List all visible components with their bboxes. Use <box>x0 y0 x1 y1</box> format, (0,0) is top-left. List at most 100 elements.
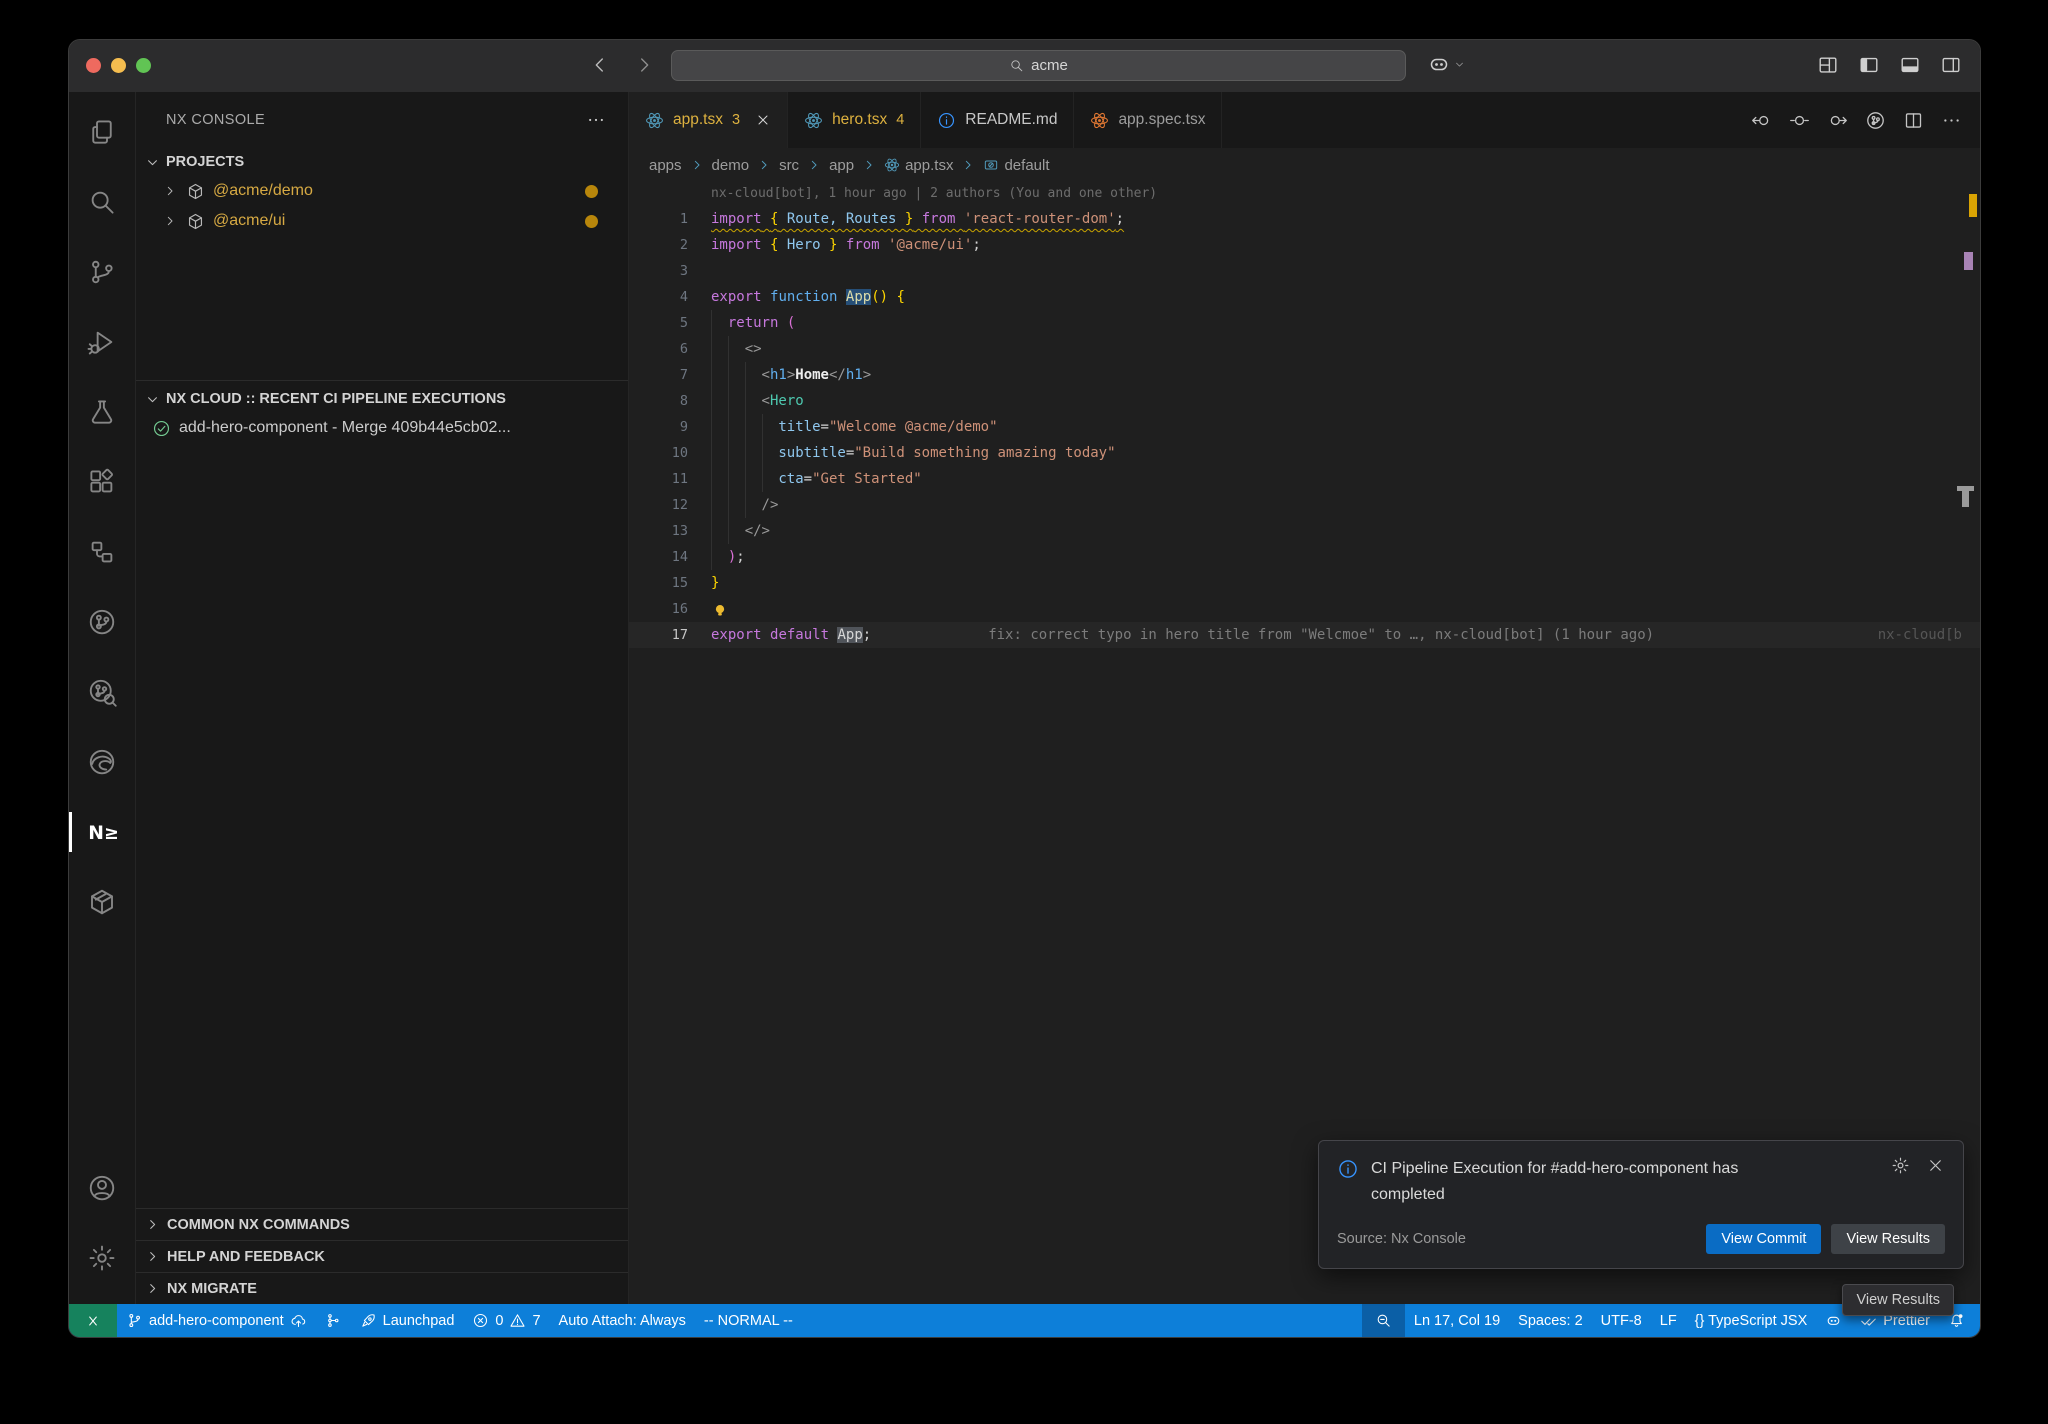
status-branch[interactable]: add-hero-component <box>117 1304 316 1337</box>
line-content[interactable]: <h1>Home</h1> <box>705 362 1980 388</box>
breadcrumb-item-demo[interactable]: demo <box>712 157 750 174</box>
tab-app.tsx[interactable]: app.tsx3 <box>629 92 788 148</box>
back-arrow-icon[interactable] <box>589 54 611 76</box>
code-editor[interactable]: nx-cloud[bot], 1 hour ago | 2 authors (Y… <box>629 182 1980 1304</box>
pipeline-execution-item[interactable]: add-hero-component - Merge 409b44e5cb02.… <box>136 413 628 443</box>
activity-item-explorer[interactable] <box>78 108 126 156</box>
line-content[interactable]: import { Route, Routes } from 'react-rou… <box>705 206 1980 232</box>
split-editor-icon[interactable] <box>1903 110 1924 131</box>
status-launchpad[interactable]: Launchpad <box>351 1304 464 1337</box>
lightbulb-icon[interactable] <box>711 602 729 620</box>
activity-item-settings[interactable] <box>78 1234 126 1282</box>
code-line-16[interactable]: 16 <box>629 596 1980 622</box>
more-actions-icon[interactable] <box>586 110 606 130</box>
code-line-11[interactable]: 11cta="Get Started" <box>629 466 1980 492</box>
line-content[interactable]: export function App() { <box>705 284 1980 310</box>
status-remote[interactable] <box>69 1304 117 1337</box>
maximize-window-button[interactable] <box>136 58 151 73</box>
line-content[interactable] <box>705 258 1980 284</box>
minimize-window-button[interactable] <box>111 58 126 73</box>
command-center-search[interactable]: acme <box>671 50 1406 81</box>
status-commit-graph[interactable] <box>316 1304 351 1337</box>
code-line-9[interactable]: 9title="Welcome @acme/demo" <box>629 414 1980 440</box>
activity-item-accounts[interactable] <box>78 1164 126 1212</box>
more-icon[interactable] <box>1941 110 1962 131</box>
line-content[interactable] <box>705 596 1980 622</box>
line-content[interactable]: ); <box>705 544 1980 570</box>
breadcrumb-item-apps[interactable]: apps <box>649 157 682 174</box>
code-line-5[interactable]: 5return ( <box>629 310 1980 336</box>
tab-hero.tsx[interactable]: hero.tsx4 <box>788 92 921 148</box>
next-change-icon[interactable] <box>1827 110 1848 131</box>
line-content[interactable]: <Hero <box>705 388 1980 414</box>
status-auto-attach[interactable]: Auto Attach: Always <box>550 1304 695 1337</box>
activity-item-extensions[interactable] <box>78 458 126 506</box>
project-item[interactable]: @acme/demo <box>136 176 628 206</box>
close-icon[interactable] <box>755 112 771 128</box>
gear-icon[interactable] <box>1891 1156 1910 1175</box>
status-cursor-position[interactable]: Ln 17, Col 19 <box>1405 1304 1509 1337</box>
activity-item-testing[interactable] <box>78 388 126 436</box>
customize-layout-icon[interactable] <box>1817 54 1839 76</box>
sidebar-section-common-nx-commands[interactable]: COMMON NX COMMANDS <box>136 1208 628 1240</box>
status-encoding[interactable]: UTF-8 <box>1592 1304 1651 1337</box>
code-line-17[interactable]: 17export default App;fix: correct typo i… <box>629 622 1980 648</box>
status-problems[interactable]: 07 <box>463 1304 549 1337</box>
line-content[interactable]: cta="Get Started" <box>705 466 1980 492</box>
code-line-13[interactable]: 13</> <box>629 518 1980 544</box>
code-line-6[interactable]: 6<> <box>629 336 1980 362</box>
code-line-7[interactable]: 7<h1>Home</h1> <box>629 362 1980 388</box>
activity-item-source-control[interactable] <box>78 248 126 296</box>
activity-item-containers[interactable] <box>78 878 126 926</box>
line-content[interactable]: } <box>705 570 1980 596</box>
activity-item-gitlens-inspect[interactable] <box>78 668 126 716</box>
status-language[interactable]: {} TypeScript JSX <box>1686 1304 1817 1337</box>
sidebar-section-nx-migrate[interactable]: NX MIGRATE <box>136 1272 628 1304</box>
view-results-button[interactable]: View Results <box>1831 1224 1945 1254</box>
status-eol[interactable]: LF <box>1651 1304 1686 1337</box>
projects-section-header[interactable]: PROJECTS <box>136 148 628 176</box>
close-window-button[interactable] <box>86 58 101 73</box>
status-zoom[interactable] <box>1362 1304 1405 1337</box>
line-content[interactable]: subtitle="Build something amazing today" <box>705 440 1980 466</box>
status-vim-mode[interactable]: -- NORMAL -- <box>695 1304 802 1337</box>
breadcrumb-item-src[interactable]: src <box>779 157 799 174</box>
line-content[interactable]: </> <box>705 518 1980 544</box>
code-line-8[interactable]: 8<Hero <box>629 388 1980 414</box>
activity-item-edge-tools[interactable] <box>78 738 126 786</box>
copilot-menu[interactable] <box>1427 52 1466 76</box>
code-line-15[interactable]: 15} <box>629 570 1980 596</box>
code-line-1[interactable]: 1import { Route, Routes } from 'react-ro… <box>629 206 1980 232</box>
code-line-3[interactable]: 3 <box>629 258 1980 284</box>
activity-item-search[interactable] <box>78 178 126 226</box>
line-content[interactable]: /> <box>705 492 1980 518</box>
line-content[interactable]: return ( <box>705 310 1980 336</box>
line-content[interactable]: export default App;fix: correct typo in … <box>705 622 1980 648</box>
project-item[interactable]: @acme/ui <box>136 206 628 236</box>
commit-graph-icon[interactable] <box>1865 110 1886 131</box>
view-commit-button[interactable]: View Commit <box>1706 1224 1821 1254</box>
activity-item-run-debug[interactable] <box>78 318 126 366</box>
prev-change-icon[interactable] <box>1751 110 1772 131</box>
tab-app.spec.tsx[interactable]: app.spec.tsx <box>1074 92 1222 148</box>
code-line-2[interactable]: 2import { Hero } from '@acme/ui'; <box>629 232 1980 258</box>
activity-item-hierarchy[interactable] <box>78 528 126 576</box>
code-line-12[interactable]: 12/> <box>629 492 1980 518</box>
code-line-10[interactable]: 10subtitle="Build something amazing toda… <box>629 440 1980 466</box>
toggle-panel-icon[interactable] <box>1899 54 1921 76</box>
nx-cloud-section-header[interactable]: NX CLOUD :: RECENT CI PIPELINE EXECUTION… <box>136 385 628 413</box>
line-content[interactable]: title="Welcome @acme/demo" <box>705 414 1980 440</box>
tab-README.md[interactable]: README.md <box>921 92 1074 148</box>
code-line-14[interactable]: 14); <box>629 544 1980 570</box>
current-change-icon[interactable] <box>1789 110 1810 131</box>
toggle-secondary-sidebar-icon[interactable] <box>1940 54 1962 76</box>
toggle-primary-sidebar-icon[interactable] <box>1858 54 1880 76</box>
breadcrumb-item-app.tsx[interactable]: app.tsx <box>884 157 953 174</box>
close-icon[interactable] <box>1926 1156 1945 1175</box>
line-content[interactable]: <> <box>705 336 1980 362</box>
activity-item-nx-console[interactable]: N≥ <box>78 808 126 856</box>
status-indentation[interactable]: Spaces: 2 <box>1509 1304 1592 1337</box>
breadcrumb-item-default[interactable]: default <box>983 157 1049 174</box>
forward-arrow-icon[interactable] <box>633 54 655 76</box>
breadcrumb-item-app[interactable]: app <box>829 157 854 174</box>
